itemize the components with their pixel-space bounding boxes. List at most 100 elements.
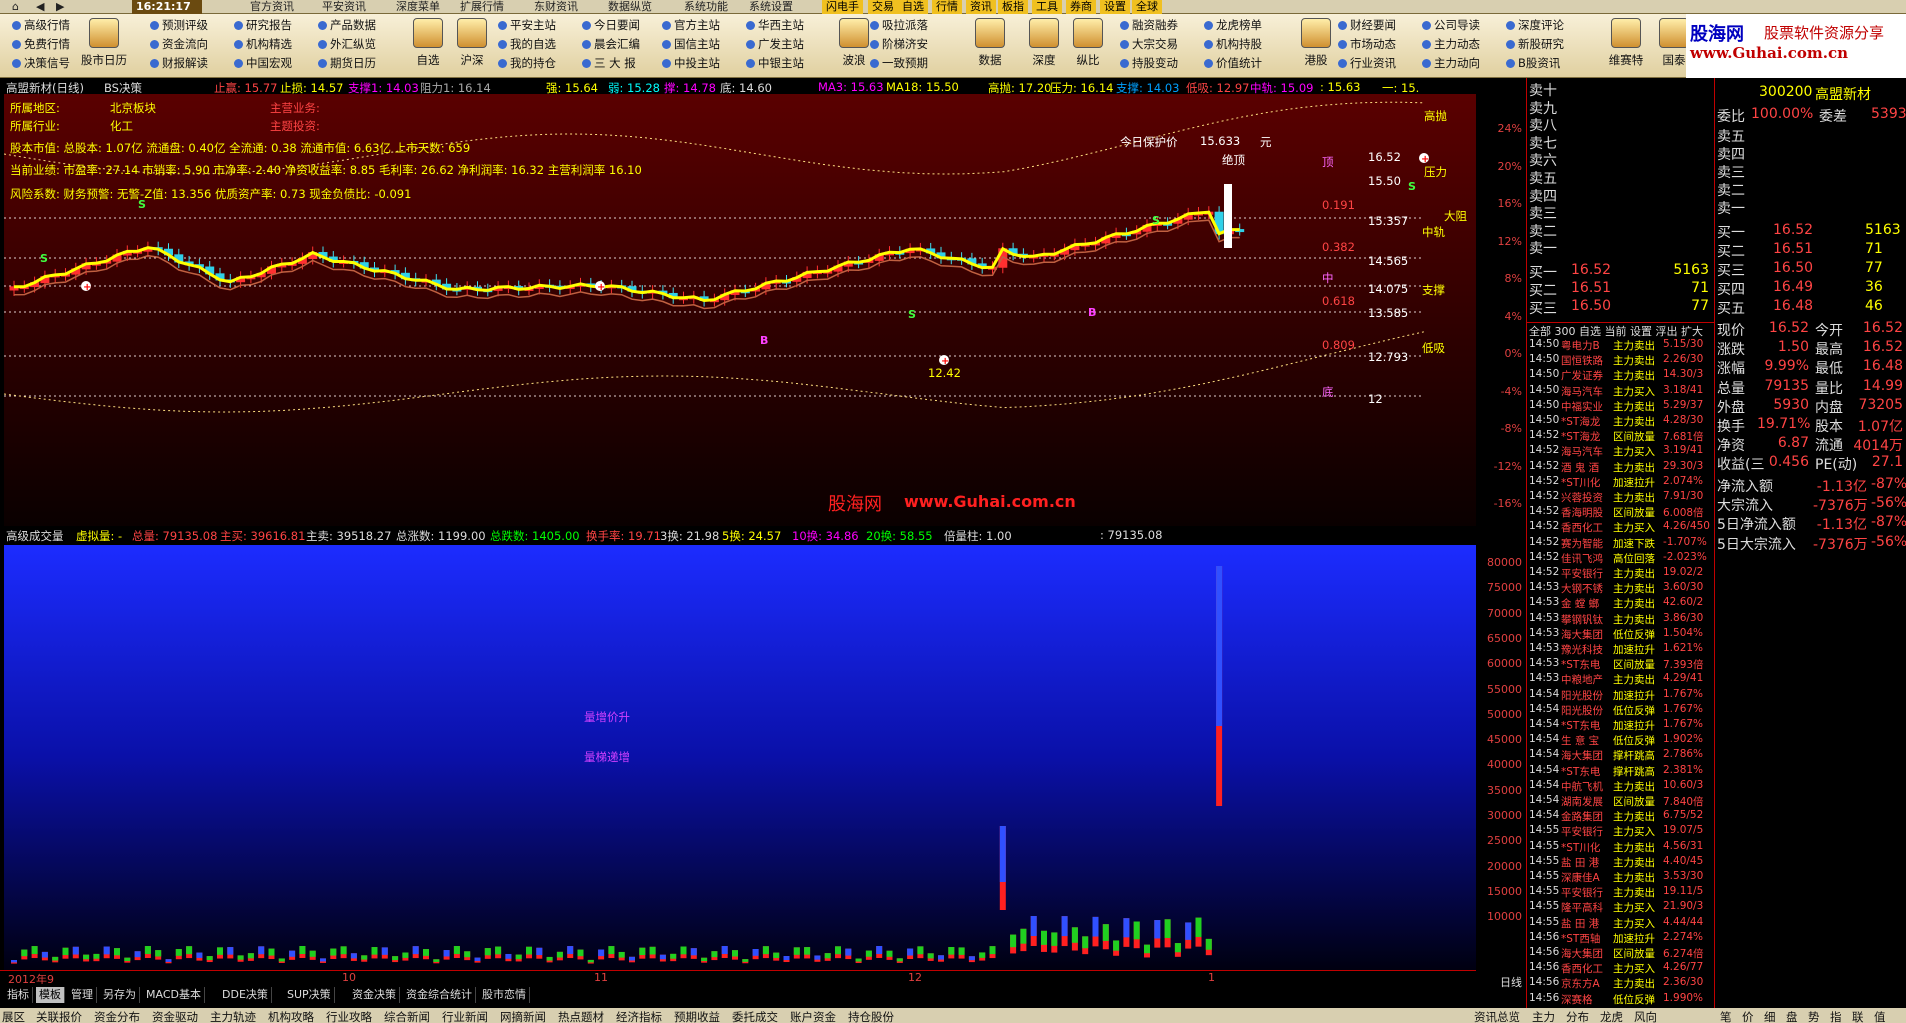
menu-item-3[interactable]: 扩展行情 — [456, 0, 508, 14]
ticker-row[interactable]: 14:54 中航飞机 主力卖出 10.60/3 — [1527, 779, 1715, 794]
ticker-row[interactable]: 14:50 *ST海龙 主力卖出 4.28/30 — [1527, 414, 1715, 429]
ticker-row[interactable]: 14:55 盐 田 港主力卖出 4.40/45 — [1527, 855, 1715, 870]
status-item-4[interactable]: 主力轨迹 — [210, 1009, 256, 1023]
menu-item-6[interactable]: 系统功能 — [680, 0, 732, 14]
status-item-20[interactable]: 风向 — [1634, 1009, 1657, 1023]
menu-item-8[interactable]: 闪电手 — [822, 0, 863, 14]
toolbar-link[interactable]: 今日要闻 — [580, 16, 666, 35]
ticker-row[interactable]: 14:52 兴蓉投资 主力卖出 7.91/30 — [1527, 490, 1715, 505]
indicator-tab-8[interactable]: 资金综合统计 — [403, 987, 476, 1003]
ticker-row[interactable]: 14:50 粤电力B 主力卖出 5.15/30 — [1527, 338, 1715, 353]
status-item-28[interactable]: 值 — [1874, 1009, 1886, 1023]
status-item-24[interactable]: 盘 — [1786, 1009, 1798, 1023]
toolbar-link[interactable]: 市场动态 — [1336, 35, 1422, 54]
menu-item-2[interactable]: 深度菜单 — [392, 0, 444, 14]
ticker-row[interactable]: 14:55 隆平高科 主力买入 21.90/3 — [1527, 900, 1715, 915]
menu-item-7[interactable]: 系统设置 — [745, 0, 797, 14]
ticker-row[interactable]: 14:52 海马汽车 主力买入 3.19/41 — [1527, 444, 1715, 459]
menu-item-4[interactable]: 东财资讯 — [530, 0, 582, 14]
status-item-11[interactable]: 经济指标 — [616, 1009, 662, 1023]
indicator-tab-7[interactable]: 资金决策 — [349, 987, 400, 1003]
toolbar-link[interactable]: 大宗交易 — [1118, 35, 1204, 54]
status-item-27[interactable]: 联 — [1852, 1009, 1864, 1023]
toolbar-link[interactable]: 财报解读 — [148, 54, 234, 73]
status-item-9[interactable]: 网摘新闻 — [500, 1009, 546, 1023]
indicator-tab-3[interactable]: 另存为 — [100, 987, 140, 1003]
menu-item-14[interactable]: 工具 — [1032, 0, 1062, 14]
toolbar-link[interactable]: 公司导读 — [1420, 16, 1506, 35]
ticker-row[interactable]: 14:55 平安银行 主力买入 19.07/5 — [1527, 824, 1715, 839]
volume-chart[interactable]: 量增价升 量梯递增 — [4, 545, 1476, 970]
toolbar-button-2[interactable]: 沪深 — [444, 16, 500, 76]
ticker-row[interactable]: 14:53 豫光科技 加速拉升 1.621% — [1527, 642, 1715, 657]
ticker-row[interactable]: 14:52 酒 鬼 酒主力卖出 29.30/3 — [1527, 460, 1715, 475]
status-item-23[interactable]: 细 — [1764, 1009, 1776, 1023]
toolbar-link[interactable]: 主力动向 — [1420, 54, 1506, 73]
ticker-row[interactable]: 14:52 佳讯飞鸿 高位回落 -2.023% — [1527, 551, 1715, 566]
status-item-1[interactable]: 关联报价 — [36, 1009, 82, 1023]
ticker-row[interactable]: 14:56 深赛格 低位反弹 1.990% — [1527, 992, 1715, 1007]
toolbar-button-6[interactable]: 纵比 — [1060, 16, 1116, 76]
toolbar-link[interactable]: 持股变动 — [1118, 54, 1204, 73]
menu-item-10[interactable]: 自选 — [898, 0, 928, 14]
toolbar-link[interactable]: 我的自选 — [496, 35, 582, 54]
ticker-row[interactable]: 14:50 中福实业 主力卖出 5.29/37 — [1527, 399, 1715, 414]
ticker-row[interactable]: 14:55 深康佳A 主力卖出 3.53/30 — [1527, 870, 1715, 885]
ticker-row[interactable]: 14:53 海大集团 低位反弹 1.504% — [1527, 627, 1715, 642]
toolbar-link[interactable]: 行业资讯 — [1336, 54, 1422, 73]
kline-chart[interactable]: S S S S S B B + + + + 所属地区: 北京板块 主营业务: 所属行业: 化工 主题投资: 股本… — [3, 94, 1476, 526]
status-item-25[interactable]: 势 — [1808, 1009, 1820, 1023]
indicator-tab-6[interactable]: SUP决策 — [284, 987, 335, 1003]
ticker-row[interactable]: 14:54 海大集团 撑杆跳高 2.786% — [1527, 748, 1715, 763]
toolbar-link[interactable]: 晨会汇编 — [580, 35, 666, 54]
status-item-17[interactable]: 主力 — [1532, 1009, 1555, 1023]
ticker-row[interactable]: 14:53 中粮地产 主力卖出 4.29/41 — [1527, 672, 1715, 687]
toolbar-link[interactable]: 主力动态 — [1420, 35, 1506, 54]
indicator-tab-4[interactable]: MACD基本 — [143, 987, 205, 1003]
ticker-row[interactable]: 14:50 海马汽车 主力买入 3.18/41 — [1527, 384, 1715, 399]
status-item-21[interactable]: 笔 — [1720, 1009, 1732, 1023]
toolbar-link[interactable]: 我的持仓 — [496, 54, 582, 73]
status-item-7[interactable]: 综合新闻 — [384, 1009, 430, 1023]
toolbar-link[interactable]: 新股研究 — [1504, 35, 1590, 54]
status-item-8[interactable]: 行业新闻 — [442, 1009, 488, 1023]
ticker-row[interactable]: 14:56 香西化工 主力买入 4.26/77 — [1527, 961, 1715, 976]
ticker-row[interactable]: 14:56 京东方A 主力卖出 2.36/30 — [1527, 976, 1715, 991]
status-item-12[interactable]: 预期收益 — [674, 1009, 720, 1023]
ticker-row[interactable]: 14:52 *ST海龙 区间放量 7.681倍 — [1527, 429, 1715, 444]
ticker-row[interactable]: 14:54 金路集团 主力卖出 6.75/52 — [1527, 809, 1715, 824]
toolbar-button-4[interactable]: 数据 — [962, 16, 1018, 76]
ticker-row[interactable]: 14:50 国恒铁路 主力卖出 2.26/30 — [1527, 353, 1715, 368]
ticker-row[interactable]: 14:52 *ST川化 加速拉升 2.074% — [1527, 475, 1715, 490]
ticker-row[interactable]: 14:52 赛为智能 加速下跌 -1.707% — [1527, 536, 1715, 551]
ticker-row[interactable]: 14:54 阳光股份 低位反弹 1.767% — [1527, 703, 1715, 718]
status-item-26[interactable]: 指 — [1830, 1009, 1842, 1023]
menu-item-16[interactable]: 设置 — [1100, 0, 1130, 14]
status-item-18[interactable]: 分布 — [1566, 1009, 1589, 1023]
toolbar-link[interactable]: 国信主站 — [660, 35, 746, 54]
toolbar-button-3[interactable]: 波浪 — [826, 16, 882, 76]
forward-icon[interactable]: ▶ — [52, 0, 68, 14]
ticker-row[interactable]: 14:54 *ST东电 加速拉升 1.767% — [1527, 718, 1715, 733]
status-item-19[interactable]: 龙虎 — [1600, 1009, 1623, 1023]
status-item-6[interactable]: 行业攻略 — [326, 1009, 372, 1023]
menu-item-15[interactable]: 券商 — [1066, 0, 1096, 14]
status-item-10[interactable]: 热点题材 — [558, 1009, 604, 1023]
ticker-row[interactable]: 14:53 金 螳 螂主力卖出 42.60/2 — [1527, 596, 1715, 611]
menu-item-17[interactable]: 全球 — [1132, 0, 1162, 14]
ticker-row[interactable]: 14:55 *ST川化 主力卖出 4.56/31 — [1527, 840, 1715, 855]
ticker-row[interactable]: 14:54 湖南发展 区间放量 7.840倍 — [1527, 794, 1715, 809]
toolbar-link[interactable]: 外汇纵览 — [316, 35, 402, 54]
menu-item-0[interactable]: 官方资讯 — [246, 0, 298, 14]
toolbar-link[interactable]: 期货日历 — [316, 54, 402, 73]
toolbar-link[interactable]: 华西主站 — [744, 16, 830, 35]
daily-label[interactable]: 日线 — [1500, 974, 1522, 990]
back-icon[interactable]: ◀ — [32, 0, 48, 14]
ticker-row[interactable]: 14:54 生 意 宝低位反弹 1.902% — [1527, 733, 1715, 748]
toolbar-link[interactable]: 机构精选 — [232, 35, 318, 54]
ticker-row[interactable]: 14:52 平安银行 主力卖出 19.02/2 — [1527, 566, 1715, 581]
toolbar-link[interactable]: 机构持股 — [1202, 35, 1288, 54]
indicator-tab-2[interactable]: 管理 — [68, 987, 97, 1003]
menu-item-9[interactable]: 交易 — [868, 0, 898, 14]
indicator-tab-5[interactable]: DDE决策 — [219, 987, 272, 1003]
